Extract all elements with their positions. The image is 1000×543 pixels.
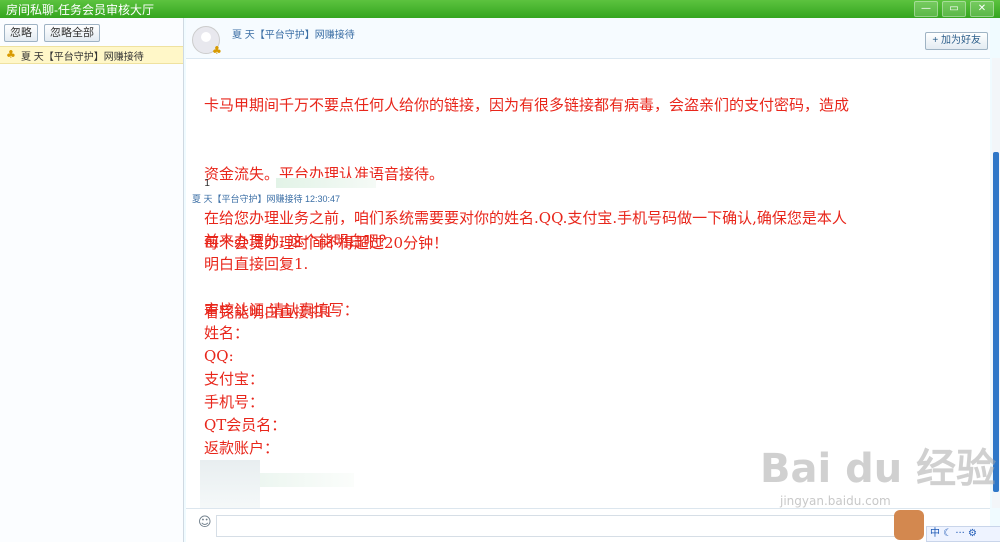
chat-panel: ♣ 夏 天【平台守护】网赚接待 + 加为好友 卡马甲期间千万不要点任何人给你的链… <box>186 18 990 508</box>
message-line: 姓名： <box>204 324 250 342</box>
window-title: 房间私聊-任务会员审核大厅 <box>6 3 154 17</box>
ignore-button[interactable]: 忽略 <box>4 24 38 42</box>
add-friend-button[interactable]: + 加为好友 <box>925 32 988 50</box>
message-line: 审核认证.请认真填写： <box>204 301 359 319</box>
message-2-prefix: 1 <box>204 178 211 189</box>
minimize-button[interactable]: — <box>914 1 938 17</box>
message-line: 明白直接回复1. <box>204 255 309 273</box>
emoji-icon[interactable]: ☺ <box>198 515 214 531</box>
message-line: QQ: <box>204 347 234 365</box>
badge-icon: ♣ <box>212 44 222 57</box>
title-bar: 房间私聊-任务会员审核大厅 — ▭ ✕ <box>0 0 1000 18</box>
message-line: 手机号： <box>204 393 265 411</box>
message-line <box>204 276 990 299</box>
chat-header: ♣ 夏 天【平台守护】网赚接待 + 加为好友 <box>186 18 990 59</box>
ignore-all-button[interactable]: 忽略全部 <box>44 24 100 42</box>
close-button[interactable]: ✕ <box>970 1 994 17</box>
system-tray: 中 ☾ ··· ⚙ <box>890 508 1000 542</box>
message-line: 前来办理的. 这个能明白吧？ <box>204 232 394 250</box>
sidebar-contact-label: 夏 天【平台守护】网赚接待 <box>21 51 144 63</box>
sidebar-contact-item[interactable]: ♣ 夏 天【平台守护】网赚接待 <box>0 46 183 64</box>
message-line: 在给您办理业务之前，咱们系统需要要对你的姓名.QQ.支付宝.手机号码做一下确认,… <box>204 209 847 227</box>
sidebar-toolbar: 忽略 忽略全部 <box>4 24 100 42</box>
tray-avatar-icon[interactable] <box>894 510 924 540</box>
input-bar: ☺ <box>186 508 990 543</box>
watermark-url: jingyan.baidu.com <box>780 494 891 508</box>
message-line: QT会员名： <box>204 416 287 434</box>
message-2-meta: 夏 天【平台守护】网赚接待 12:30:47 <box>192 194 341 204</box>
message-line: 卡马甲期间千万不要点任何人给你的链接，因为有很多链接都有病毒，会盗亲们的支付密码… <box>204 96 850 114</box>
message-2: 在给您办理业务之前，咱们系统需要要对你的姓名.QQ.支付宝.手机号码做一下确认,… <box>204 207 990 460</box>
window-controls: — ▭ ✕ <box>914 1 994 17</box>
ime-toolbar[interactable]: 中 ☾ ··· ⚙ <box>926 526 1000 542</box>
message-line: 支付宝： <box>204 370 265 388</box>
watermark-logo: Bai du 经验 <box>760 446 997 492</box>
sidebar: 忽略 忽略全部 ♣ 夏 天【平台守护】网赚接待 <box>0 18 184 542</box>
message-input[interactable] <box>216 515 918 537</box>
maximize-button[interactable]: ▭ <box>942 1 966 17</box>
redacted-area <box>276 178 376 188</box>
header-contact-name: 夏 天【平台守护】网赚接待 <box>232 30 355 41</box>
person-icon: ♣ <box>6 48 16 61</box>
